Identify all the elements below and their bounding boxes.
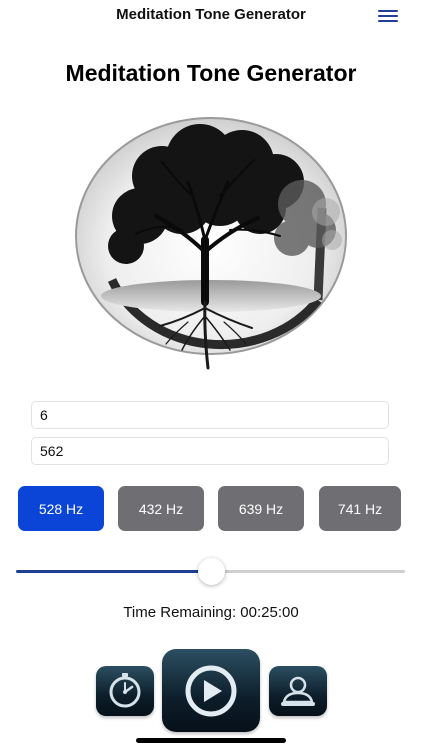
freq-button-432[interactable]: 432 Hz (118, 486, 204, 531)
nav-title: Meditation Tone Generator (116, 6, 306, 23)
freq-button-528[interactable]: 528 Hz (18, 486, 104, 531)
frequency-input[interactable] (31, 437, 389, 465)
timer-button[interactable] (96, 666, 154, 716)
menu-button[interactable] (376, 9, 400, 23)
slider-track (212, 570, 405, 573)
stopwatch-icon (109, 673, 141, 708)
home-indicator (136, 738, 286, 743)
tree-of-life-image (75, 117, 347, 370)
freq-button-639[interactable]: 639 Hz (218, 486, 304, 531)
person-icon (281, 676, 315, 706)
play-icon (185, 665, 237, 717)
nav-bar: Meditation Tone Generator (0, 0, 422, 34)
play-button[interactable] (162, 649, 260, 732)
freq-button-741[interactable]: 741 Hz (319, 486, 401, 531)
duration-input[interactable] (31, 401, 389, 429)
profile-button[interactable] (269, 666, 327, 716)
slider-fill (16, 570, 212, 573)
page-title: Meditation Tone Generator (65, 60, 357, 86)
slider-thumb[interactable] (198, 558, 225, 585)
time-remaining-label: Time Remaining: 00:25:00 (123, 604, 299, 621)
